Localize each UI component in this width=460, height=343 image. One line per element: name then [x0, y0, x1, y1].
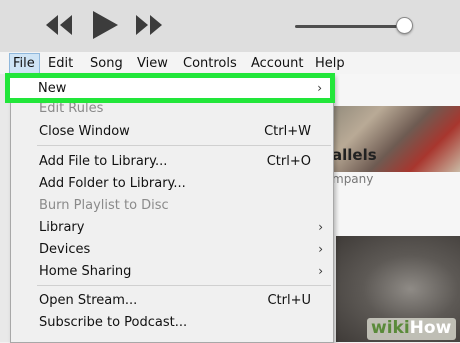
menu-item-open-stream[interactable]: Open Stream... Ctrl+U: [11, 291, 333, 312]
menu-item-devices[interactable]: Devices ›: [11, 240, 333, 261]
file-dropdown-menu: New › Edit Rules Close Window Ctrl+W Add…: [10, 74, 334, 343]
watermark-wiki: wiki: [371, 318, 410, 338]
menu-item-label: Edit Rules: [39, 101, 104, 116]
menu-separator: [37, 145, 331, 146]
menu-item-shortcut: Ctrl+O: [266, 154, 311, 169]
album-title[interactable]: allels: [332, 146, 377, 164]
menu-item-shortcut: Ctrl+U: [267, 293, 311, 308]
menu-item-shortcut: Ctrl+W: [264, 124, 311, 139]
menu-item-label: Close Window: [39, 124, 130, 139]
previous-icon[interactable]: [44, 13, 74, 37]
menu-item-add-file[interactable]: Add File to Library... Ctrl+O: [11, 152, 333, 173]
menu-account[interactable]: Account: [251, 56, 304, 71]
next-icon[interactable]: [134, 13, 164, 37]
watermark-how: How: [409, 318, 452, 338]
menu-help[interactable]: Help: [315, 56, 345, 71]
menu-item-label: Add Folder to Library...: [39, 176, 186, 191]
menu-song[interactable]: Song: [90, 56, 123, 71]
menu-bar: File Edit Song View Controls Account Hel…: [0, 52, 460, 75]
menu-item-label: Subscribe to Podcast...: [39, 315, 188, 330]
menu-item-label: Library: [39, 220, 85, 235]
menu-controls[interactable]: Controls: [183, 56, 237, 71]
menu-item-label: Home Sharing: [39, 264, 132, 279]
highlighted-item-label: New: [38, 81, 67, 96]
wikihow-watermark: wikiHow: [367, 318, 457, 340]
highlight-new-box[interactable]: New ›: [5, 73, 335, 103]
volume-knob[interactable]: [396, 17, 413, 34]
menu-edit[interactable]: Edit: [48, 56, 73, 71]
menu-separator: [37, 285, 331, 286]
menu-item-label: Devices: [39, 242, 91, 257]
menu-item-label: Burn Playlist to Disc: [39, 198, 169, 213]
menu-item-add-folder[interactable]: Add Folder to Library...: [11, 174, 333, 195]
chevron-right-icon: ›: [318, 242, 323, 256]
album-artist: mpany: [332, 172, 374, 186]
menu-item-home-sharing[interactable]: Home Sharing ›: [11, 262, 333, 283]
menu-item-burn-playlist: Burn Playlist to Disc: [11, 196, 333, 217]
play-icon[interactable]: [90, 10, 120, 40]
menu-view[interactable]: View: [137, 56, 168, 71]
sidebar-edge: [0, 74, 10, 342]
menu-item-close-window[interactable]: Close Window Ctrl+W: [11, 122, 333, 143]
volume-slider[interactable]: [295, 25, 403, 28]
menu-item-library[interactable]: Library ›: [11, 218, 333, 239]
menu-file[interactable]: File: [9, 53, 40, 74]
menu-item-label: Open Stream...: [39, 293, 138, 308]
chevron-right-icon: ›: [318, 220, 323, 234]
player-toolbar: [0, 0, 460, 52]
menu-item-subscribe-podcast[interactable]: Subscribe to Podcast...: [11, 313, 333, 334]
chevron-right-icon: ›: [317, 81, 322, 95]
chevron-right-icon: ›: [318, 264, 323, 278]
menu-item-label: Add File to Library...: [39, 154, 168, 169]
